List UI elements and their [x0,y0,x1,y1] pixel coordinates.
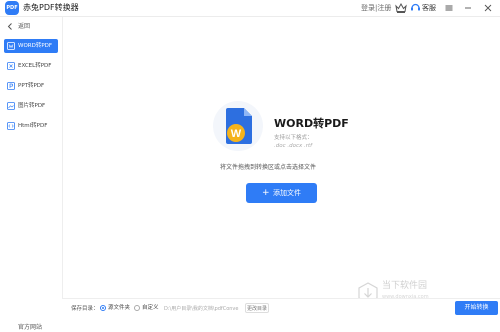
watermark-title: 当下软件园 [382,281,428,291]
start-convert-button[interactable]: 开始转换 [455,301,498,315]
image-icon [7,102,15,110]
vip-crown-icon[interactable] [395,2,407,14]
sidebar-item-label: 图片转PDF [18,103,46,109]
sidebar-item-label: Html转PDF [18,123,48,129]
radio-custom-folder-label[interactable]: 自定义 [142,304,159,312]
add-file-button[interactable]: + 添加文件 [246,183,317,203]
sidebar-item-word-to-pdf[interactable]: WORD转PDF [4,39,58,53]
supported-formats-label: 支持以下格式： [274,135,313,141]
sidebar-item-label: WORD转PDF [18,43,53,49]
sidebar-item-excel-to-pdf[interactable]: EXCEL转PDF [4,59,58,73]
menu-icon[interactable] [443,2,455,14]
drop-hint: 将文件拖拽到转换区或点击选择文件 [219,164,316,171]
customer-service-label[interactable]: 客服 [422,3,436,13]
supported-formats-list: .doc .docx .rtf [274,143,313,149]
close-icon[interactable] [482,2,494,14]
sidebar: 返回 WORD转PDF EXCEL转PDF PPT转PDF 图片转PDF Htm… [0,17,63,331]
sidebar-item-image-to-pdf[interactable]: 图片转PDF [4,99,58,113]
back-label: 返回 [18,23,31,30]
change-directory-button[interactable]: 更改目录 [245,303,269,313]
chevron-left-icon [7,23,12,30]
minimize-icon[interactable] [462,2,474,14]
sidebar-item-ppt-to-pdf[interactable]: PPT转PDF [4,79,58,93]
official-website-link[interactable]: 官方网站 [18,324,42,332]
add-file-label: 添加文件 [273,189,301,197]
sidebar-item-label: EXCEL转PDF [18,63,52,69]
title-bar: PDF 赤兔PDF转换器 登录|注册 客服 [0,0,500,17]
word-document-icon: W [226,108,252,144]
sidebar-item-label: PPT转PDF [18,83,45,89]
radio-custom-folder[interactable] [134,305,140,311]
sidebar-item-html-to-pdf[interactable]: Html转PDF [4,119,58,133]
html-icon [7,122,15,130]
ppt-icon [7,82,15,90]
word-icon [7,42,15,50]
footer-bar: 保存目录： 源文件夹 自定义 D:\用户目录\我的文档\pdfConve 更改目… [62,298,500,318]
login-register-link[interactable]: 登录|注册 [361,3,391,13]
customer-service-icon[interactable] [410,2,421,13]
radio-source-folder-label[interactable]: 源文件夹 [108,304,130,312]
page-title: WORD转PDF [274,117,349,130]
output-dir-label: 保存目录： [71,306,99,312]
output-path: D:\用户目录\我的文档\pdfConve [164,306,239,312]
app-logo: PDF [5,1,19,15]
doc-badge-letter: W [231,128,242,140]
plus-icon: + [262,188,270,198]
app-title: 赤兔PDF转换器 [23,3,79,12]
excel-icon [7,62,15,70]
radio-source-folder[interactable] [100,305,106,311]
